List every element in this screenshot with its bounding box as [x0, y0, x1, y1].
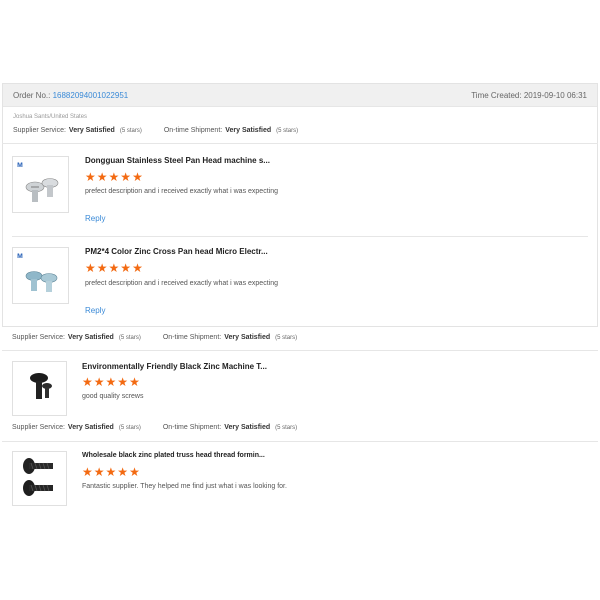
- review-star-rating: ★ ★ ★ ★ ★: [85, 171, 143, 183]
- shipment-value: Very Satisfied: [224, 334, 271, 341]
- supplier-service-stars-note: (5 stars): [118, 424, 141, 431]
- service-rating-row: Supplier Service: Very Satisfied (5 star…: [13, 127, 298, 134]
- star-icon: ★: [120, 170, 132, 184]
- review-product-title[interactable]: Environmentally Friendly Black Zinc Mach…: [82, 362, 267, 371]
- star-icon: ★: [129, 375, 140, 389]
- product-thumbnail[interactable]: ᴍ: [12, 247, 69, 304]
- reply-link[interactable]: Reply: [85, 214, 105, 223]
- divider: [2, 143, 598, 144]
- screw-image-icon: [30, 373, 52, 399]
- supplier-service-label: Supplier Service:: [12, 424, 65, 431]
- divider: [2, 441, 598, 442]
- product-thumbnail[interactable]: [12, 451, 67, 506]
- supplier-service-value: Very Satisfied: [67, 424, 114, 431]
- shipment-label: On-time Shipment:: [162, 334, 222, 341]
- time-created: Time Created: 2019-09-10 06:31: [471, 90, 587, 100]
- svg-text:ᴍ: ᴍ: [17, 160, 23, 169]
- supplier-service-stars-note: (5 stars): [119, 127, 142, 134]
- divider: [12, 236, 588, 237]
- service-rating-row: Supplier Service: Very Satisfied (5 star…: [12, 334, 297, 341]
- shipment-stars-note: (5 stars): [275, 334, 298, 341]
- reply-link[interactable]: Reply: [85, 306, 105, 315]
- order-panel: Order No.: 16882094001022951 Time Create…: [2, 83, 598, 327]
- service-rating-row: Supplier Service: Very Satisfied (5 star…: [12, 424, 297, 431]
- star-icon: ★: [117, 465, 129, 479]
- screw-image-icon: ᴍ: [17, 251, 58, 292]
- review-product-title[interactable]: Wholesale black zinc plated truss head t…: [82, 452, 265, 459]
- star-icon: ★: [96, 261, 108, 275]
- supplier-service-value: Very Satisfied: [68, 127, 115, 134]
- star-icon: ★: [132, 261, 143, 275]
- divider: [2, 350, 598, 351]
- screw-image-icon: ᴍ: [17, 160, 59, 202]
- shipment-value: Very Satisfied: [224, 424, 271, 431]
- supplier-service-label: Supplier Service:: [12, 334, 65, 341]
- shipment-label: On-time Shipment:: [162, 424, 222, 431]
- star-icon: ★: [129, 465, 140, 479]
- star-icon: ★: [108, 170, 120, 184]
- star-icon: ★: [85, 261, 96, 275]
- supplier-service-stars-note: (5 stars): [118, 334, 141, 341]
- star-icon: ★: [108, 261, 120, 275]
- screw-image-icon: [23, 458, 53, 496]
- review-comment: Fantastic supplier. They helped me find …: [82, 483, 287, 490]
- star-icon: ★: [132, 170, 143, 184]
- review-comment: prefect description and i received exact…: [85, 188, 278, 195]
- star-icon: ★: [85, 170, 96, 184]
- order-number-label: Order No.:: [13, 90, 51, 100]
- buyer-name: Joshua Sants/United States: [13, 114, 88, 120]
- review-comment: prefect description and i received exact…: [85, 280, 278, 287]
- star-icon: ★: [82, 465, 93, 479]
- product-thumbnail[interactable]: ᴍ: [12, 156, 69, 213]
- shipment-stars-note: (5 stars): [275, 424, 298, 431]
- star-icon: ★: [117, 375, 129, 389]
- star-icon: ★: [82, 375, 93, 389]
- shipment-label: On-time Shipment:: [163, 127, 223, 134]
- review-product-title[interactable]: PM2*4 Color Zinc Cross Pan head Micro El…: [85, 247, 268, 256]
- review-star-rating: ★ ★ ★ ★ ★: [82, 466, 140, 478]
- review-star-rating: ★ ★ ★ ★ ★: [85, 262, 143, 274]
- star-icon: ★: [93, 465, 105, 479]
- shipment-value: Very Satisfied: [225, 127, 272, 134]
- star-icon: ★: [120, 261, 132, 275]
- order-header: Order No.: 16882094001022951 Time Create…: [3, 84, 597, 107]
- review-star-rating: ★ ★ ★ ★ ★: [82, 376, 140, 388]
- star-icon: ★: [105, 465, 117, 479]
- star-icon: ★: [105, 375, 117, 389]
- star-icon: ★: [93, 375, 105, 389]
- order-number-link[interactable]: 16882094001022951: [53, 91, 129, 100]
- svg-text:ᴍ: ᴍ: [17, 251, 23, 260]
- product-thumbnail[interactable]: [12, 361, 67, 416]
- star-icon: ★: [96, 170, 108, 184]
- order-number-group: Order No.: 16882094001022951: [13, 91, 128, 100]
- review-product-title[interactable]: Dongguan Stainless Steel Pan Head machin…: [85, 156, 270, 165]
- supplier-service-value: Very Satisfied: [67, 334, 114, 341]
- shipment-stars-note: (5 stars): [276, 127, 299, 134]
- review-comment: good quality screws: [82, 393, 144, 400]
- supplier-service-label: Supplier Service:: [13, 127, 66, 134]
